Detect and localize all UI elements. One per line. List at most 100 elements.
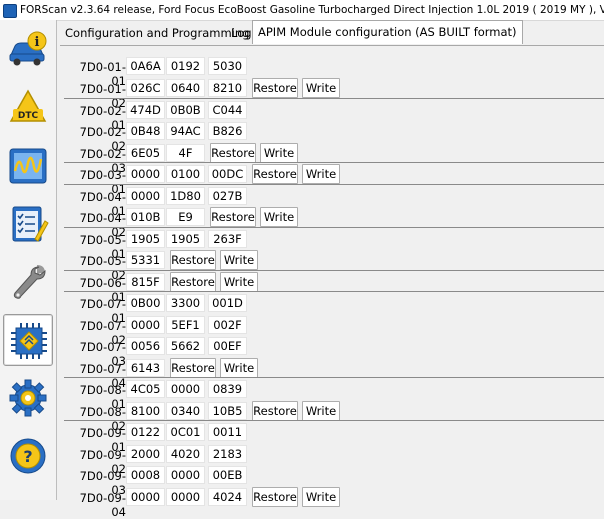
hex-value-field[interactable]: 0B00 (126, 294, 165, 312)
write-button[interactable]: Write (302, 401, 340, 421)
hex-value-field[interactable]: 0100 (166, 165, 205, 183)
hex-value-field[interactable]: 0056 (126, 337, 165, 355)
tab-apim-module-configuration[interactable]: APIM Module configuration (AS BUILT form… (252, 20, 523, 44)
restore-button[interactable]: Restore (170, 272, 216, 292)
hex-value-field[interactable]: 5662 (166, 337, 205, 355)
hex-value-field[interactable]: 0011 (208, 423, 247, 441)
restore-button[interactable]: Restore (210, 207, 256, 227)
sidebar: i DTC ? (0, 20, 57, 500)
restore-button[interactable]: Restore (252, 487, 298, 507)
restore-button[interactable]: Restore (210, 143, 256, 163)
hex-value-field[interactable]: 0000 (166, 488, 205, 506)
hex-value-field[interactable]: 94AC (166, 122, 205, 140)
hex-value-field[interactable]: 0640 (166, 79, 205, 97)
hex-value-field[interactable]: E9 (166, 208, 205, 226)
hex-value-field[interactable]: 027B (208, 187, 247, 205)
hex-value-field[interactable]: 0B48 (126, 122, 165, 140)
hex-value-field[interactable]: 2183 (208, 445, 247, 463)
hex-value-field[interactable]: 8210 (208, 79, 247, 97)
hex-value-field[interactable]: 0A6A (126, 57, 165, 75)
hex-value-field[interactable]: 002F (208, 316, 247, 334)
hex-value-field[interactable]: 0C01 (166, 423, 205, 441)
hex-value-field[interactable]: 0839 (208, 380, 247, 398)
svg-text:DTC: DTC (18, 111, 39, 121)
hex-value-field[interactable]: 815F (126, 273, 165, 291)
hex-value-field[interactable]: C044 (208, 101, 247, 119)
group-divider (64, 227, 604, 228)
restore-button[interactable]: Restore (252, 164, 298, 184)
hex-value-field[interactable]: 2000 (126, 445, 165, 463)
hex-value-field[interactable]: 6E05 (126, 144, 165, 162)
write-button[interactable]: Write (260, 207, 298, 227)
hex-value-field[interactable]: 00EF (208, 337, 247, 355)
sidebar-item-tests[interactable] (3, 198, 53, 250)
hex-value-field[interactable]: 1905 (126, 230, 165, 248)
config-row: 7D0-07-03 0056 5662 00EF (60, 336, 604, 368)
dtc-icon: DTC (9, 89, 47, 122)
hex-value-field[interactable]: 010B (126, 208, 165, 226)
forscan-app-icon (3, 4, 17, 18)
row-address-label: 7D0-09-04 (79, 491, 126, 519)
hex-value-field[interactable]: 4020 (166, 445, 205, 463)
write-button[interactable]: Write (302, 164, 340, 184)
config-row: 7D0-06-01 815F Restore Write (60, 272, 604, 304)
hex-value-field[interactable]: 00EB (208, 466, 247, 484)
config-row: 7D0-03-01 0000 0100 00DC Restore Write (60, 164, 604, 196)
group-divider (64, 377, 604, 378)
write-button[interactable]: Write (260, 143, 298, 163)
hex-value-field[interactable]: 1D80 (166, 187, 205, 205)
write-button[interactable]: Write (220, 272, 258, 292)
hex-value-field[interactable]: 00DC (208, 165, 247, 183)
hex-value-field[interactable]: 4C05 (126, 380, 165, 398)
hex-value-field[interactable]: 5331 (126, 251, 165, 269)
sidebar-item-settings[interactable] (3, 372, 53, 424)
hex-value-field[interactable]: 5030 (208, 57, 247, 75)
restore-button[interactable]: Restore (170, 250, 216, 270)
config-row: 7D0-08-02 8100 0340 10B5 Restore Write (60, 401, 604, 433)
hex-value-field[interactable]: 0000 (126, 187, 165, 205)
hex-value-field[interactable]: B826 (208, 122, 247, 140)
sidebar-item-configuration[interactable] (3, 314, 53, 366)
hex-value-field[interactable]: 0008 (126, 466, 165, 484)
hex-value-field[interactable]: 0000 (126, 165, 165, 183)
sidebar-item-vehicle-info[interactable]: i (3, 24, 53, 76)
hex-value-field[interactable]: 474D (126, 101, 165, 119)
hex-value-field[interactable]: 0000 (126, 316, 165, 334)
hex-value-field[interactable]: 3300 (166, 294, 205, 312)
restore-button[interactable]: Restore (252, 401, 298, 421)
hex-value-field[interactable]: 0000 (166, 380, 205, 398)
hex-value-field[interactable]: 263F (208, 230, 247, 248)
help-icon: ? (10, 438, 46, 474)
restore-button[interactable]: Restore (252, 78, 298, 98)
config-row: 7D0-08-01 4C05 0000 0839 (60, 379, 604, 411)
hex-value-field[interactable]: 001D (208, 294, 247, 312)
settings-gear-icon (9, 379, 47, 417)
write-button[interactable]: Write (220, 250, 258, 270)
hex-value-field[interactable]: 0000 (126, 488, 165, 506)
write-button[interactable]: Write (302, 78, 340, 98)
restore-button[interactable]: Restore (170, 358, 216, 378)
as-built-config-panel: 7D0-01-01 0A6A 0192 5030 7D0-01-02 026C 0640 82… (60, 46, 604, 519)
sidebar-item-live-data[interactable] (3, 140, 53, 192)
hex-value-field[interactable]: 4024 (208, 488, 247, 506)
sidebar-item-help[interactable]: ? (3, 430, 53, 482)
sidebar-item-dtc[interactable]: DTC (3, 82, 53, 134)
hex-value-field[interactable]: 4F (166, 144, 205, 162)
write-button[interactable]: Write (220, 358, 258, 378)
hex-value-field[interactable]: 026C (126, 79, 165, 97)
hex-value-field[interactable]: 0192 (166, 57, 205, 75)
config-row: 7D0-09-01 0122 0C01 0011 (60, 422, 604, 454)
hex-value-field[interactable]: 5EF1 (166, 316, 205, 334)
hex-value-field[interactable]: 6143 (126, 359, 165, 377)
config-row: 7D0-07-04 6143 Restore Write (60, 358, 604, 390)
write-button[interactable]: Write (302, 487, 340, 507)
hex-value-field[interactable]: 0340 (166, 402, 205, 420)
hex-value-field[interactable]: 8100 (126, 402, 165, 420)
hex-value-field[interactable]: 0B0B (166, 101, 205, 119)
svg-text:?: ? (23, 447, 32, 466)
hex-value-field[interactable]: 0122 (126, 423, 165, 441)
hex-value-field[interactable]: 10B5 (208, 402, 247, 420)
hex-value-field[interactable]: 0000 (166, 466, 205, 484)
hex-value-field[interactable]: 1905 (166, 230, 205, 248)
sidebar-item-service[interactable] (3, 256, 53, 308)
